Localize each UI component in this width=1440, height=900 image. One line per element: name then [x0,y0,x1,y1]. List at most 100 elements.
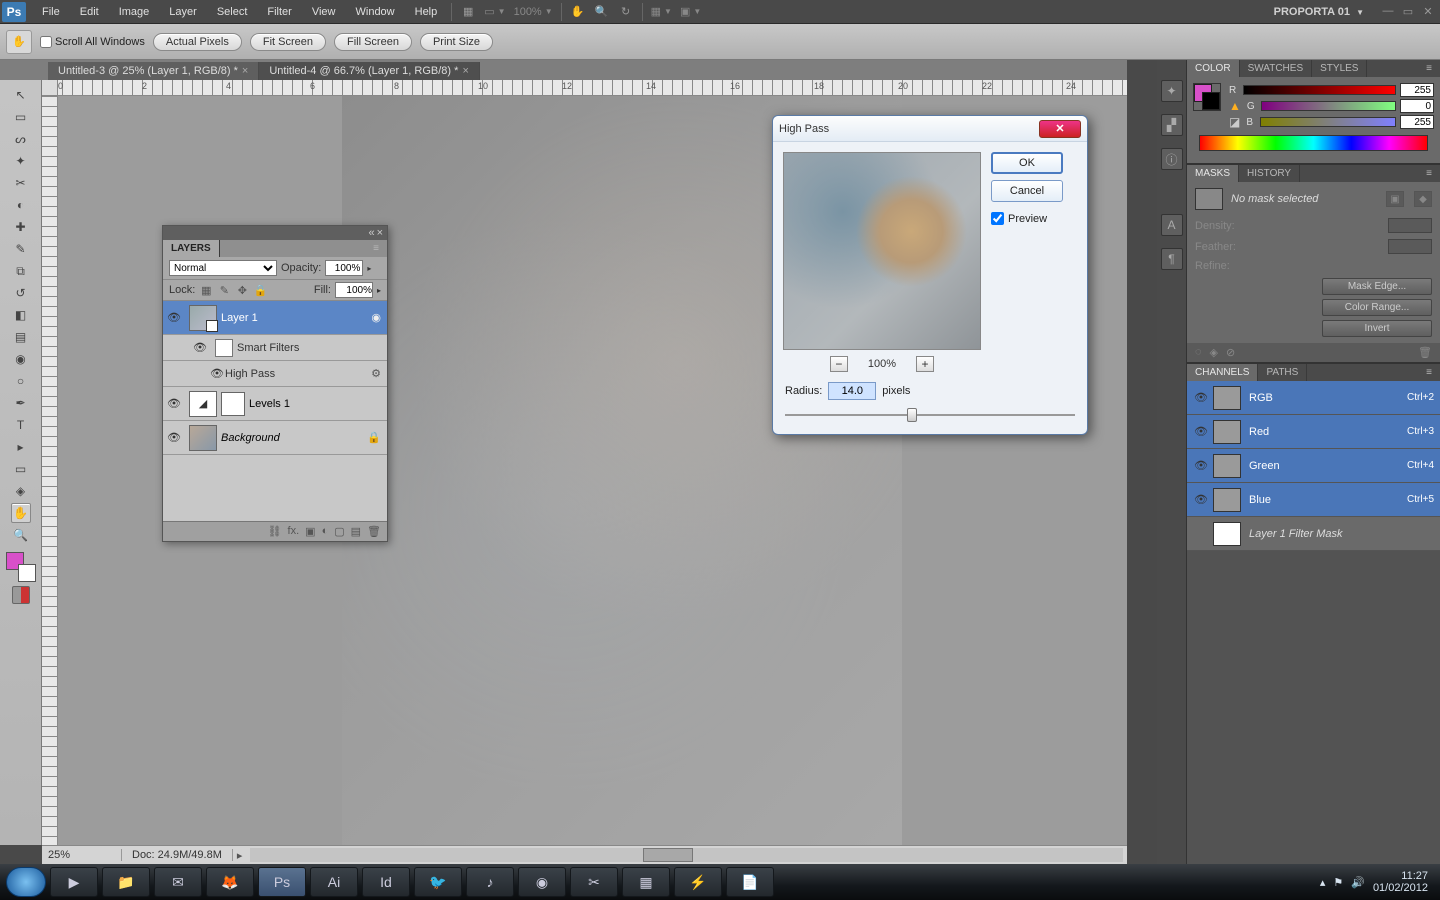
quick-mask-toggle-icon[interactable] [12,586,30,604]
panel-menu-icon[interactable]: ≡ [1418,60,1440,77]
shape-tool-icon[interactable]: ▭ [11,459,31,479]
eyedropper-tool-icon[interactable]: ◐ [11,195,31,215]
visibility-eye-icon[interactable]: 👁 [163,311,185,324]
channel-red[interactable]: 👁RedCtrl+3 [1187,415,1440,449]
web-color-warning-icon[interactable]: ◪ [1229,115,1240,129]
layer-mask-icon[interactable]: ▣ [305,525,315,538]
marquee-tool-icon[interactable]: ▭ [11,107,31,127]
info-arrow-icon[interactable]: ▸ [233,849,247,862]
scroll-all-windows-checkbox[interactable]: Scroll All Windows [40,36,145,48]
hand-tool-icon[interactable]: ✋ [568,3,588,21]
path-selection-tool-icon[interactable]: ▸ [11,437,31,457]
type-tool-icon[interactable]: T [11,415,31,435]
history-brush-tool-icon[interactable]: ↺ [11,283,31,303]
menu-select[interactable]: Select [207,3,258,21]
tab-layers[interactable]: LAYERS [163,240,220,257]
panel-menu-icon[interactable]: ≡ [1418,165,1440,182]
rotate-view-icon[interactable]: ↻ [616,3,636,21]
lock-pixels-icon[interactable]: ✎ [217,283,231,297]
zoom-level-field[interactable]: 25% [42,849,122,861]
lock-all-icon[interactable]: 🔒 [253,283,267,297]
layer-row-background[interactable]: 👁 Background 🔒 [163,421,387,455]
hand-tool-active-icon[interactable]: ✋ [6,30,32,54]
taskbar-media-player-icon[interactable]: ▶ [50,867,98,897]
taskbar-spotify-icon[interactable]: ♪ [466,867,514,897]
zoom-out-button[interactable]: − [830,356,848,372]
taskbar-winamp-icon[interactable]: ⚡ [674,867,722,897]
taskbar-app-icon[interactable]: ▦ [622,867,670,897]
scrollbar-thumb[interactable] [643,848,693,862]
levels-adjustment-icon[interactable]: ◢ [189,391,217,417]
vector-mask-icon[interactable]: ◆ [1414,191,1432,207]
mask-edge-button[interactable]: Mask Edge... [1322,278,1432,295]
g-slider[interactable] [1261,101,1396,111]
menu-file[interactable]: File [32,3,70,21]
load-selection-icon[interactable]: ◌ [1195,346,1202,359]
info-icon[interactable]: ⓘ [1161,148,1183,170]
workspace-switcher[interactable]: PROPORTA 01 ▼ [1266,4,1372,20]
adjustment-layer-icon[interactable]: ◐ [322,525,329,538]
gamut-warning-icon[interactable]: ▲ [1229,99,1241,113]
cancel-button[interactable]: Cancel [991,180,1063,202]
apply-mask-icon[interactable]: ◈ [1210,346,1218,359]
tab-swatches[interactable]: SWATCHES [1240,60,1313,77]
opacity-arrow-icon[interactable]: ▸ [367,264,371,273]
lasso-tool-icon[interactable]: ᔕ [11,129,31,149]
taskbar-document-icon[interactable]: 📄 [726,867,774,897]
visibility-eye-icon[interactable]: 👁 [1193,391,1209,404]
channel-rgb[interactable]: 👁RGBCtrl+2 [1187,381,1440,415]
bridge-icon[interactable]: ▦ [458,3,478,21]
fit-screen-button[interactable]: Fit Screen [250,33,326,51]
background-color-swatch[interactable] [18,564,36,582]
screen-mode-dropdown[interactable]: ▭▼ [480,3,509,20]
taskbar-explorer-icon[interactable]: 📁 [102,867,150,897]
color-chip[interactable] [1193,83,1221,111]
taskbar-pidgin-icon[interactable]: 🐦 [414,867,462,897]
ruler-origin[interactable] [42,80,58,96]
collapse-icon[interactable]: « [368,227,374,239]
density-input[interactable] [1388,218,1432,233]
visibility-eye-icon[interactable]: 👁 [1193,493,1209,506]
color-range-button[interactable]: Color Range... [1322,299,1432,316]
radius-input[interactable] [828,382,876,400]
crop-tool-icon[interactable]: ✂ [11,173,31,193]
layer-style-icon[interactable]: fx. [288,525,300,538]
navigator-icon[interactable]: ✦ [1161,80,1183,102]
dialog-titlebar[interactable]: High Pass ✕ [773,116,1087,142]
fill-input[interactable] [335,282,373,298]
b-slider[interactable] [1260,117,1396,127]
invert-button[interactable]: Invert [1322,320,1432,337]
visibility-eye-icon[interactable]: 👁 [1193,459,1209,472]
taskbar-illustrator-icon[interactable]: Ai [310,867,358,897]
taskbar-photoshop-icon[interactable]: Ps [258,867,306,897]
blend-mode-select[interactable]: Normal [169,260,277,276]
document-tab-active[interactable]: Untitled-4 @ 66.7% (Layer 1, RGB/8) *× [259,62,480,80]
zoom-tool-icon[interactable]: 🔍 [11,525,31,545]
color-spectrum-ramp[interactable] [1199,135,1428,151]
arrange-documents-dropdown[interactable]: ▦▼ [647,3,676,20]
visibility-eye-icon[interactable]: 👁 [209,367,225,380]
lock-transparency-icon[interactable]: ▦ [199,283,213,297]
opacity-input[interactable] [325,260,363,276]
show-hidden-icon[interactable]: ▴ [1320,876,1326,889]
zoom-level-dropdown[interactable]: 100%▼ [510,4,557,20]
tab-color[interactable]: COLOR [1187,60,1240,77]
3d-tool-icon[interactable]: ◈ [11,481,31,501]
fill-arrow-icon[interactable]: ▸ [377,286,381,295]
channel-blue[interactable]: 👁BlueCtrl+5 [1187,483,1440,517]
layers-panel-titlebar[interactable]: «× [163,226,387,240]
taskbar-firefox-icon[interactable]: 🦊 [206,867,254,897]
visibility-eye-icon[interactable]: 👁 [189,341,211,354]
trash-icon[interactable]: 🗑 [1418,346,1432,359]
lock-position-icon[interactable]: ✥ [235,283,249,297]
close-tab-icon[interactable]: × [462,65,468,77]
tab-history[interactable]: HISTORY [1239,165,1300,182]
healing-brush-tool-icon[interactable]: ✚ [11,217,31,237]
tab-paths[interactable]: PATHS [1258,364,1307,381]
taskbar-indesign-icon[interactable]: Id [362,867,410,897]
r-value-input[interactable] [1400,83,1434,97]
action-center-icon[interactable]: ⚑ [1333,876,1343,889]
feather-input[interactable] [1388,239,1432,254]
blur-tool-icon[interactable]: ◉ [11,349,31,369]
menu-view[interactable]: View [302,3,346,21]
